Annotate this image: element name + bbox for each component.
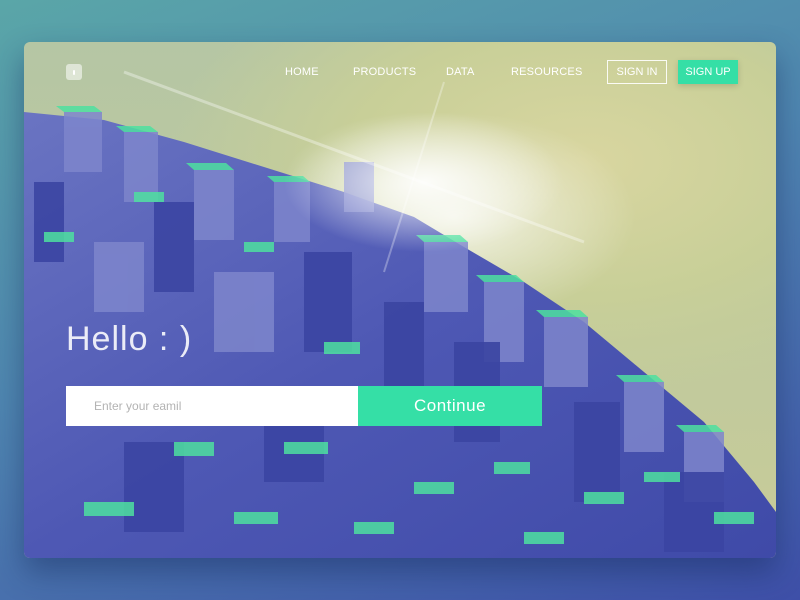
sign-in-button[interactable]: SIGN IN: [607, 60, 667, 84]
logo-icon[interactable]: [66, 64, 82, 80]
greeting-heading: Hello : ): [66, 320, 193, 358]
email-input[interactable]: [66, 386, 358, 426]
sign-up-button[interactable]: SIGN UP: [678, 60, 738, 84]
nav-home[interactable]: HOME: [285, 66, 319, 78]
nav-resources[interactable]: RESOURCES: [511, 66, 582, 78]
city-cubes-background: [24, 70, 776, 558]
nav-data[interactable]: DATA: [446, 66, 475, 78]
nav-products[interactable]: PRODUCTS: [353, 66, 416, 78]
hero-card: HOME PRODUCTS DATA RESOURCES SIGN IN SIG…: [24, 42, 776, 558]
continue-button[interactable]: Continue: [358, 386, 542, 426]
